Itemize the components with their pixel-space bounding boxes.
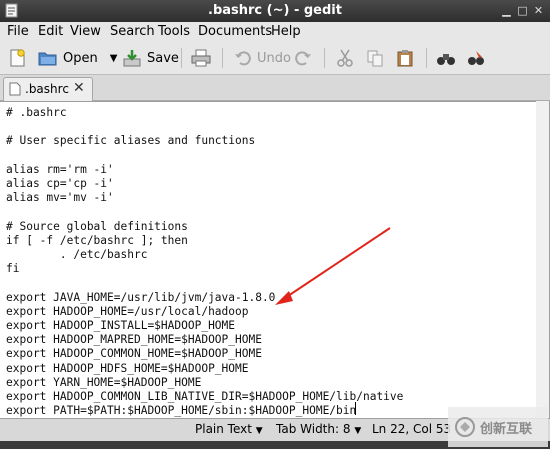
- paste-button[interactable]: [396, 48, 414, 68]
- minimize-icon[interactable]: ▁: [500, 4, 513, 17]
- toolbar-separator: [426, 48, 427, 68]
- code-line[interactable]: export HADOOP_INSTALL=$HADOOP_HOME: [6, 319, 403, 333]
- menu-edit[interactable]: Edit: [38, 24, 63, 39]
- text-cursor: [355, 402, 356, 415]
- code-line[interactable]: export HADOOP_COMMON_LIB_NATIVE_DIR=$HAD…: [6, 390, 403, 404]
- new-button[interactable]: [8, 48, 26, 68]
- menu-documents[interactable]: Documents: [198, 24, 272, 39]
- vertical-scrollbar[interactable]: [536, 101, 549, 417]
- binoculars-icon: [437, 54, 455, 65]
- code-line[interactable]: [6, 120, 403, 134]
- print-button[interactable]: [191, 48, 211, 68]
- code-line[interactable]: # User specific aliases and functions: [6, 134, 403, 148]
- code-line[interactable]: export HADOOP_COMMON_HOME=$HADOOP_HOME: [6, 347, 403, 361]
- undo-label: Undo: [257, 50, 291, 66]
- code-line[interactable]: export HADOOP_HOME=/usr/local/hadoop: [6, 305, 403, 319]
- tab-bashrc[interactable]: .bashrc ✕: [3, 77, 93, 101]
- code-line[interactable]: export YARN_HOME=$HADOOP_HOME: [6, 376, 403, 390]
- code-line[interactable]: fi: [6, 262, 403, 276]
- code-line[interactable]: [6, 205, 403, 219]
- code-line[interactable]: export PATH=$PATH:$HADOOP_HOME/sbin:$HAD…: [6, 404, 403, 418]
- tab-bar: .bashrc ✕: [0, 75, 550, 101]
- open-button[interactable]: Open ▼: [38, 48, 117, 68]
- code-line[interactable]: export HADOOP_HDFS_HOME=$HADOOP_HOME: [6, 362, 403, 376]
- chevron-down-icon: ▼: [354, 426, 362, 436]
- copy-icon: [367, 50, 383, 67]
- redo-icon: [295, 51, 311, 66]
- cursor-position: Ln 22, Col 53: [372, 422, 452, 436]
- menu-help[interactable]: Help: [271, 24, 301, 39]
- toolbar-separator: [324, 48, 325, 68]
- language-label: Plain Text: [195, 422, 252, 436]
- code-line[interactable]: export HADOOP_MAPRED_HOME=$HADOOP_HOME: [6, 333, 403, 347]
- watermark-text: 创新互联: [480, 422, 533, 437]
- close-tab-icon[interactable]: ✕: [73, 80, 85, 96]
- window-title: .bashrc (~) - gedit: [208, 3, 342, 18]
- document-icon: [9, 82, 21, 96]
- menu-search[interactable]: Search: [110, 24, 155, 39]
- printer-icon: [191, 49, 211, 67]
- watermark: 创新互联: [448, 407, 548, 447]
- toolbar-separator: [181, 48, 182, 68]
- menu-file[interactable]: File: [7, 24, 29, 39]
- code-line[interactable]: alias rm='rm -i': [6, 163, 403, 177]
- close-window-icon[interactable]: ✕: [532, 4, 545, 17]
- clipboard-icon: [397, 50, 413, 67]
- open-recent-chevron-icon[interactable]: ▼: [110, 53, 118, 64]
- folder-open-icon: [38, 52, 57, 66]
- toolbar-separator: [222, 48, 223, 68]
- menu-bar: File Edit View Search Tools Documents He…: [0, 22, 550, 42]
- text-editor[interactable]: # .bashrc # User specific aliases and fu…: [0, 101, 550, 419]
- code-line[interactable]: export JAVA_HOME=/usr/lib/jvm/java-1.8.0: [6, 291, 403, 305]
- new-document-icon: [10, 49, 25, 67]
- find-replace-icon: [468, 51, 484, 65]
- maximize-icon[interactable]: □: [516, 4, 529, 17]
- title-bar[interactable]: .bashrc (~) - gedit ▁ □ ✕: [0, 0, 550, 22]
- chevron-down-icon: ▼: [255, 426, 263, 436]
- redo-button[interactable]: [294, 48, 312, 68]
- undo-button[interactable]: Undo: [234, 48, 291, 68]
- code-line[interactable]: # .bashrc: [6, 106, 403, 120]
- cut-button[interactable]: [336, 48, 354, 68]
- save-label: Save: [147, 50, 179, 66]
- find-button[interactable]: [436, 48, 456, 68]
- tab-width-selector[interactable]: Tab Width: 8 ▼: [276, 422, 361, 436]
- copy-button[interactable]: [366, 48, 384, 68]
- code-line[interactable]: alias mv='mv -i': [6, 191, 403, 205]
- code-line[interactable]: [6, 149, 403, 163]
- gedit-window: .bashrc (~) - gedit ▁ □ ✕ File Edit View…: [0, 0, 550, 449]
- menu-tools[interactable]: Tools: [158, 24, 190, 39]
- open-label: Open: [63, 50, 98, 66]
- code-line[interactable]: alias cp='cp -i': [6, 177, 403, 191]
- toolbar: Open ▼ Save Undo: [0, 42, 550, 75]
- tab-label: .bashrc: [25, 82, 69, 96]
- watermark-logo-icon: [455, 417, 475, 437]
- menu-view[interactable]: View: [70, 24, 101, 39]
- code-line[interactable]: . /etc/bashrc: [6, 248, 403, 262]
- code-line[interactable]: # Source global definitions: [6, 220, 403, 234]
- scissors-icon: [337, 49, 353, 67]
- save-icon: [123, 50, 141, 67]
- editor-content[interactable]: # .bashrc # User specific aliases and fu…: [6, 106, 403, 418]
- tab-width-label: Tab Width: 8: [276, 422, 351, 436]
- language-selector[interactable]: Plain Text ▼: [195, 422, 263, 436]
- code-line[interactable]: [6, 276, 403, 290]
- save-button[interactable]: Save: [122, 48, 179, 68]
- undo-icon: [235, 51, 251, 66]
- find-replace-button[interactable]: [466, 48, 486, 68]
- code-line[interactable]: if [ -f /etc/bashrc ]; then: [6, 234, 403, 248]
